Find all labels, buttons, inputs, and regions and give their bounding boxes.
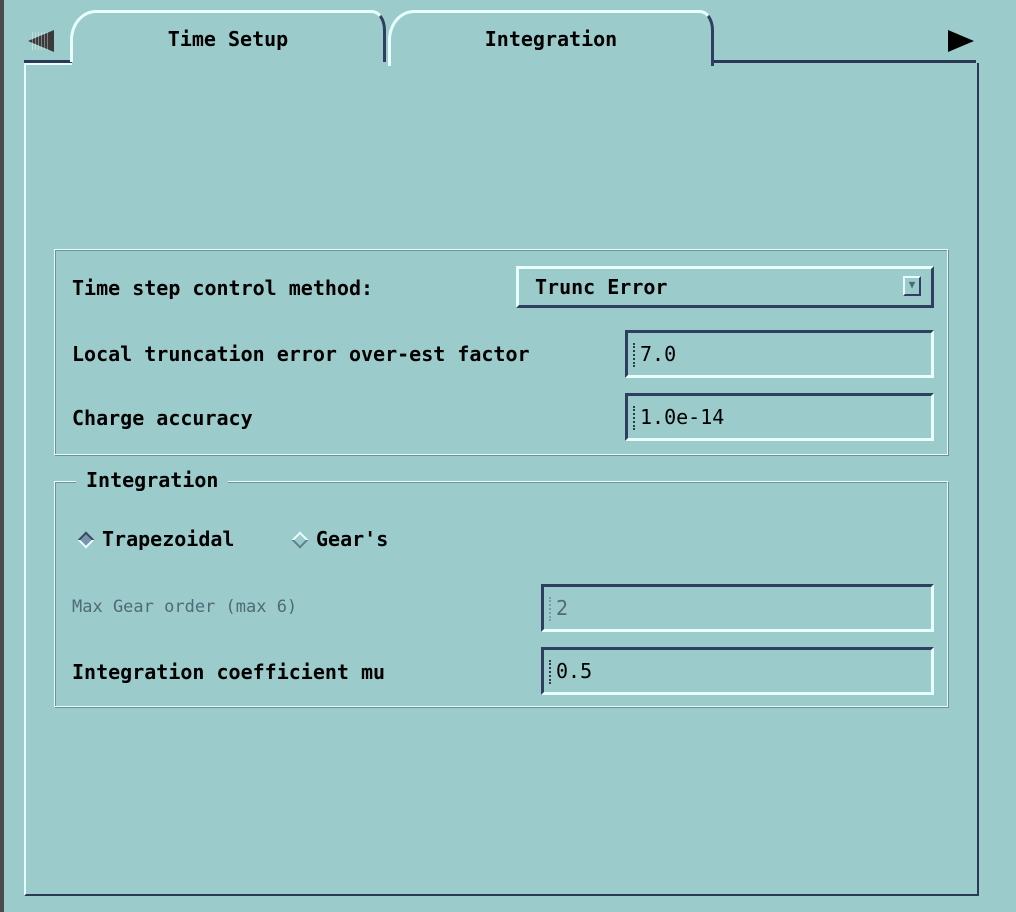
scroll-left-icon[interactable] (28, 30, 54, 52)
tab-time-setup[interactable]: Time Setup (70, 10, 386, 62)
tab-integration-label: Integration (484, 27, 618, 51)
tab-time-setup-label: Time Setup (167, 27, 289, 51)
integration-group-title: Integration (76, 468, 229, 492)
dialog-window: Time Setup Integration Time step control… (0, 0, 1016, 912)
scroll-right-icon[interactable] (948, 30, 974, 52)
tab-integration[interactable]: Integration (388, 10, 714, 66)
